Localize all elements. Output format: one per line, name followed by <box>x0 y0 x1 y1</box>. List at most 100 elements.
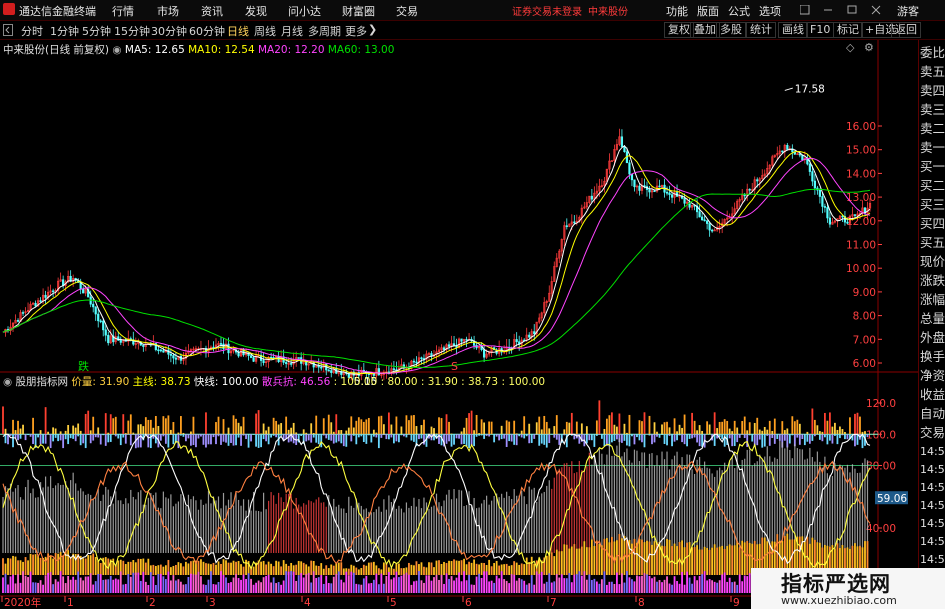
high-marker <box>784 87 793 91</box>
ind-mid-bar <box>305 434 308 442</box>
ind-mid-bar <box>64 434 67 440</box>
ind-mid-bar <box>385 434 388 440</box>
chart-svg[interactable]: 16.0015.0014.0013.0012.0011.0010.009.008… <box>0 40 918 609</box>
time-tick-label: 8 <box>638 597 645 609</box>
ind-yellow-bar <box>260 561 262 575</box>
ind-yellow-bar <box>673 543 676 575</box>
menu-faxian[interactable]: 发现 <box>245 3 267 19</box>
menu-xuanxiang[interactable]: 选项 <box>759 3 781 19</box>
ind-gray-col <box>518 495 520 553</box>
ind-mid-bar <box>12 434 14 448</box>
period-daily[interactable]: 日线 <box>227 23 249 39</box>
period-more[interactable]: 更多 <box>345 23 367 39</box>
ind-gray-col <box>50 476 52 553</box>
ind-base-bar <box>122 584 125 593</box>
menu-banmian[interactable]: 版面 <box>697 3 719 19</box>
tool-biaoji[interactable]: 标记 <box>833 22 863 38</box>
tool-tongji[interactable]: 统计 <box>746 22 776 38</box>
ind-mid-bar <box>648 434 651 436</box>
ind-base-bar <box>550 582 553 593</box>
ind-mid-bar <box>195 434 197 448</box>
period-1min[interactable]: 1分钟 <box>50 23 79 39</box>
ind-mid-bar <box>448 434 450 442</box>
tool-huaxian[interactable]: 画线 <box>778 22 808 38</box>
ind-base-bar <box>515 580 518 593</box>
title-menu-bar: 通达信金融终端 行情 市场 资讯 发现 问小达 财富圈 交易 证券交易未登录 中… <box>0 0 945 21</box>
ind-gray-col <box>172 506 174 553</box>
ind-yellow-bar <box>415 561 418 575</box>
period-60min[interactable]: 60分钟 <box>189 23 225 39</box>
menu-gongshi[interactable]: 公式 <box>728 3 750 19</box>
menu-youke[interactable]: 游客 <box>897 3 919 19</box>
menu-jiaoyi[interactable]: 交易 <box>396 3 418 19</box>
ind-gray-col <box>140 490 142 553</box>
ind-yellow-bar <box>270 563 273 575</box>
ind-yellow-bar <box>370 562 373 575</box>
ind-mid-bar <box>89 434 92 444</box>
ind-yellow-bar <box>473 559 475 575</box>
config-icon[interactable]: ⚙ <box>864 41 874 54</box>
ind-gray-col <box>27 479 29 553</box>
ind-yellow-bar <box>600 545 603 575</box>
menu-zixun[interactable]: 资讯 <box>201 3 223 19</box>
ind-gray-col <box>348 496 350 553</box>
menu-caifuquan[interactable]: 财富圈 <box>342 3 375 19</box>
ind-top-bar <box>97 427 100 435</box>
ind-base-bar <box>743 575 746 593</box>
login-warning[interactable]: 证券交易未登录 <box>512 3 582 18</box>
ind-base-bar <box>62 576 65 593</box>
ind-yellow-bar <box>12 555 14 575</box>
ind-base-bar <box>14 583 17 593</box>
ind-top-bar <box>67 424 70 435</box>
ind-gray-col <box>7 488 9 553</box>
ind-top-bar <box>653 422 656 435</box>
ind-gray-col <box>102 494 104 553</box>
ind-base-bar <box>473 584 475 593</box>
period-15min[interactable]: 15分钟 <box>114 23 150 39</box>
ind-yellow-bar <box>202 561 205 575</box>
tool-fanhui[interactable]: 返回 <box>891 22 921 38</box>
ind-top-bar <box>295 432 298 435</box>
ind-yellow-bar <box>24 557 27 575</box>
ind-yellow-bar <box>423 566 425 575</box>
ind-base-bar <box>124 583 127 593</box>
ind-base-bar <box>468 574 470 593</box>
ind-top-bar <box>823 412 826 435</box>
period-multi[interactable]: 多周期 <box>308 23 341 39</box>
period-30min[interactable]: 30分钟 <box>151 23 187 39</box>
ind-base-bar <box>445 573 448 593</box>
ind-base-bar <box>663 579 666 593</box>
ind-base-bar <box>698 575 701 593</box>
ind-top-bar <box>618 413 621 435</box>
menu-gongneng[interactable]: 功能 <box>666 3 688 19</box>
diamond-icon[interactable]: ◇ <box>846 41 854 54</box>
ind-yellow-bar <box>190 561 192 575</box>
ind-mid-bar <box>413 434 415 442</box>
ind-mid-bar <box>250 434 252 442</box>
ind-mid-bar <box>783 434 786 441</box>
period-fenshi[interactable]: 分时 <box>21 23 43 39</box>
menu-hangqing[interactable]: 行情 <box>112 3 134 19</box>
ind-base-bar <box>711 580 714 593</box>
tool-duogu[interactable]: 多股 <box>716 22 746 38</box>
ind-yellow-bar <box>164 565 167 575</box>
window-controls[interactable] <box>800 5 885 15</box>
period-weekly[interactable]: 周线 <box>254 23 276 39</box>
kline-chart-panel[interactable]: 16.00 15.00 14.00 13.00 12.00 11.00 10.00 9.00 8… <box>0 40 918 609</box>
ind-mid-bar <box>628 434 631 447</box>
tool-f10[interactable]: F10 <box>806 22 835 38</box>
back-arrow-icon[interactable] <box>3 24 13 36</box>
period-5min[interactable]: 5分钟 <box>82 23 111 39</box>
ind-top-bar <box>423 419 425 435</box>
price-tick-label: 7.00 <box>853 334 876 346</box>
ind-gray-col <box>220 508 222 553</box>
legend-stock: 中来股份(日线 前复权) <box>3 44 110 56</box>
period-monthly[interactable]: 月线 <box>281 23 303 39</box>
chevron-right-icon[interactable]: ❯ <box>368 23 377 36</box>
menu-wenxiaoda[interactable]: 问小达 <box>288 3 321 19</box>
ind-mid-bar <box>107 434 110 443</box>
ind-gray-col <box>175 503 177 553</box>
ind-yellow-bar <box>518 564 521 575</box>
menu-shichang[interactable]: 市场 <box>157 3 179 19</box>
ind-base-bar <box>29 571 32 593</box>
